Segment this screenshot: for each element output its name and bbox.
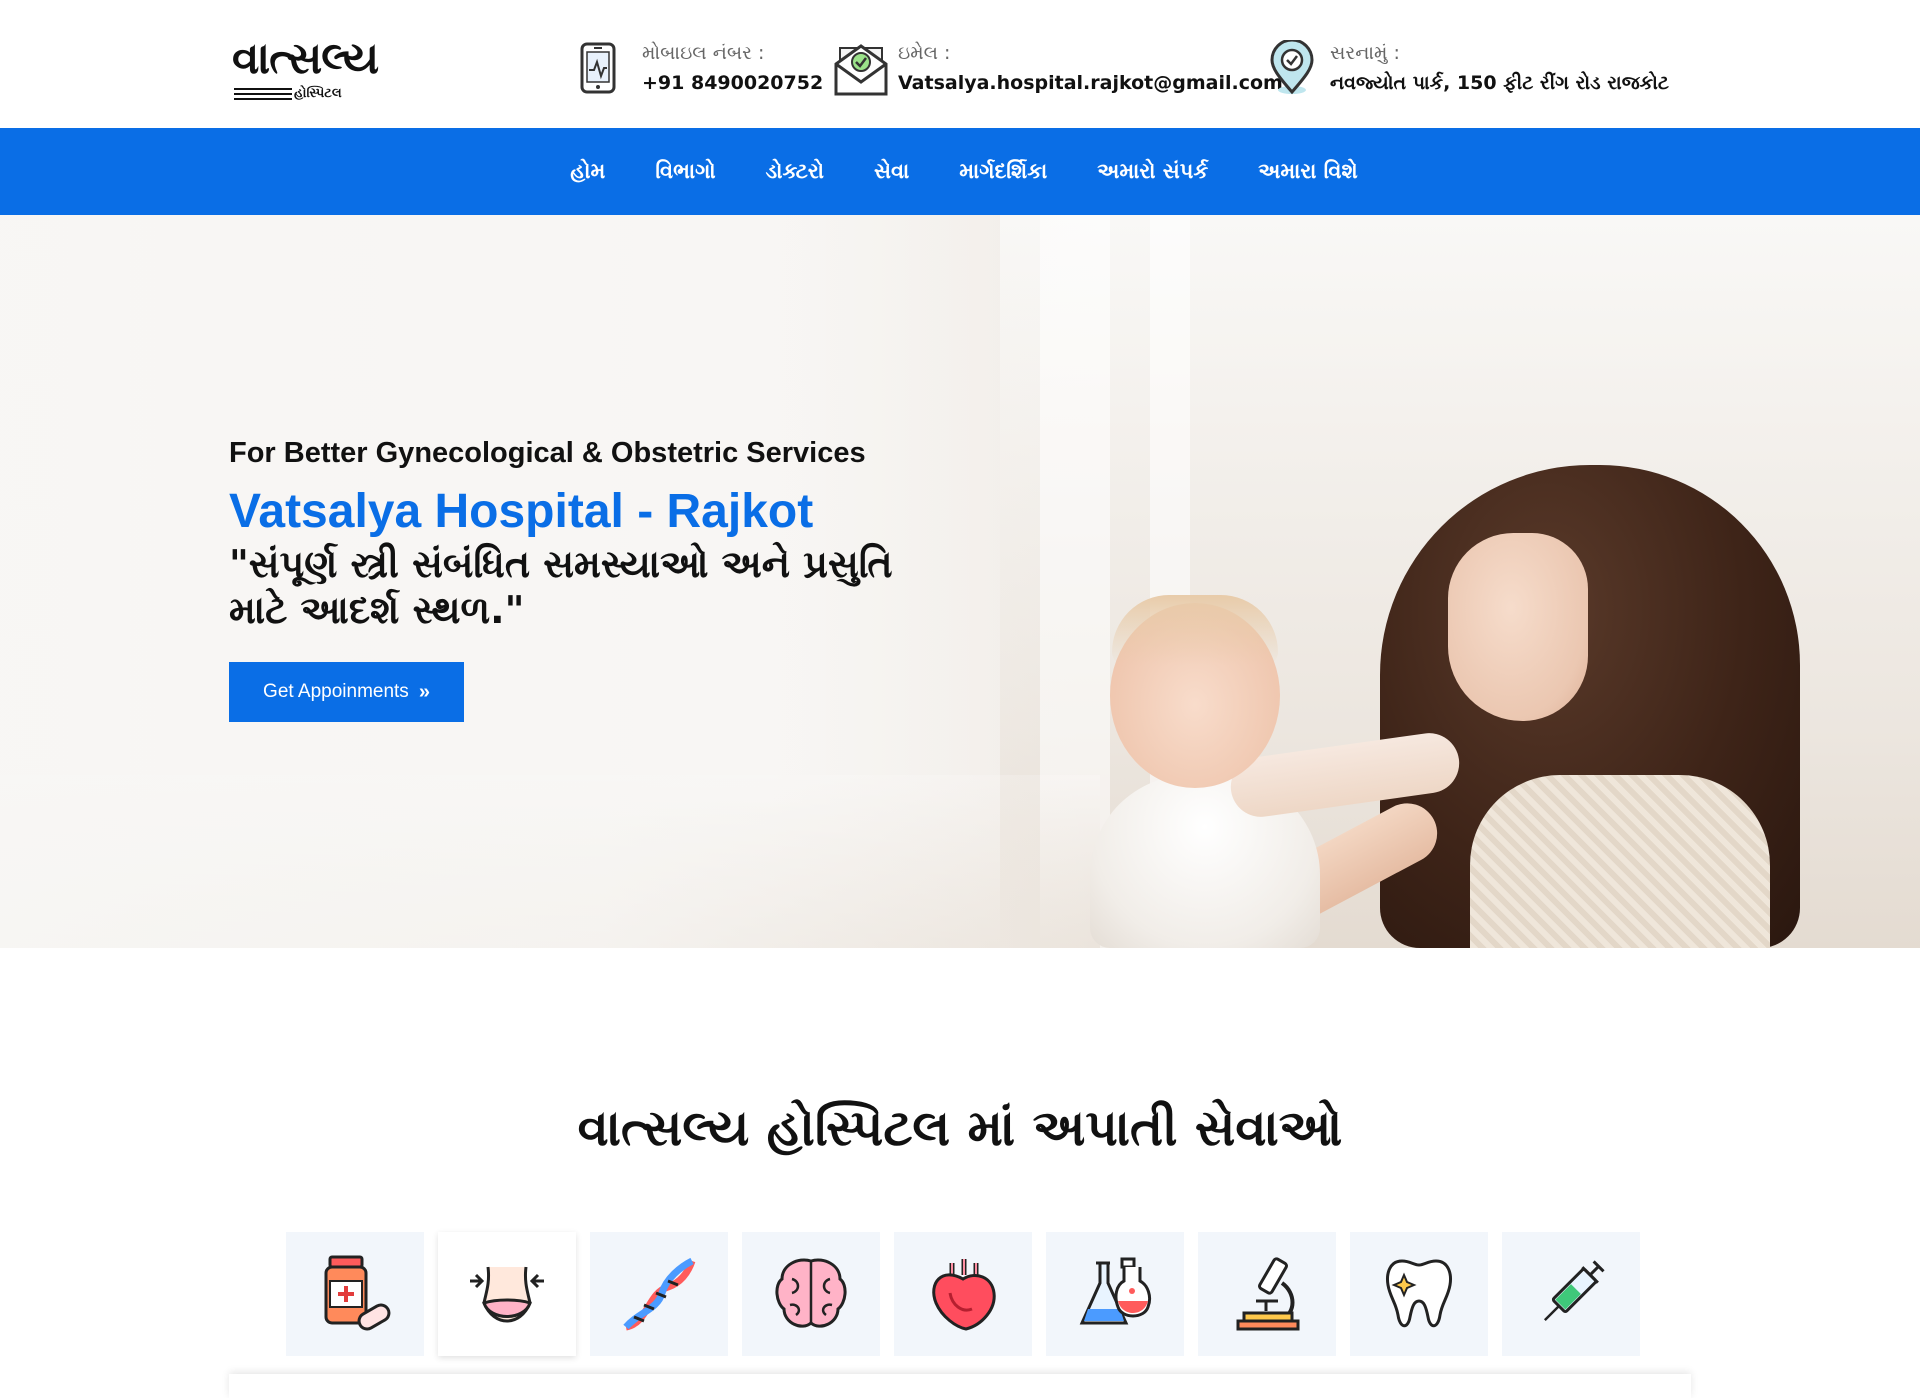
service-icon-row [286,1232,1640,1356]
logo-rule [234,88,292,90]
nav-item-services[interactable]: સેવા [849,159,934,184]
service-tile-pathology[interactable] [1198,1232,1336,1356]
hero-banner: For Better Gynecological & Obstetric Ser… [0,215,1920,948]
flask-icon [1079,1257,1152,1325]
phone-label: મોબાઇલ નંબર : [642,42,765,64]
hero-title: Vatsalya Hospital - Rajkot [229,485,814,538]
nav-item-contact[interactable]: અમારો સંપર્ક [1072,159,1233,184]
service-tile-cardiology[interactable] [894,1232,1032,1356]
nav-list: હોમ વિભાગો ડોક્ટરો સેવા માર્ગદર્શિકા અમા… [0,128,1920,215]
service-tile-medicine[interactable] [286,1232,424,1356]
hero-baby-hair [1112,595,1278,665]
logo-subtitle: હોસ્પિટલ [294,86,342,101]
envelope-icon [834,44,888,96]
email-label: ઇમેલ : [898,42,951,64]
address-label: સરનામું : [1330,42,1400,64]
waist-icon [470,1266,544,1323]
address-value: નવજ્યોત પાર્ક, 150 ફીટ રીંગ રોડ રાજકોટ [1330,72,1669,94]
content-card-top-edge [229,1374,1691,1398]
services-title: વાત્સલ્ય હોસ્પિટલ માં અપાતી સેવાઓ [577,1099,1343,1157]
phone-icon [580,42,616,94]
service-tile-dental[interactable] [1350,1232,1488,1356]
tooth-icon [1386,1259,1452,1328]
main-navigation: હોમ વિભાગો ડોક્ટરો સેવા માર્ગદર્શિકા અમા… [0,128,1920,215]
nav-item-about[interactable]: અમારા વિશે [1233,159,1382,184]
hero-mother-sweater [1470,775,1770,948]
hospital-logo[interactable]: વાત્સલ્ય હોસ્પિટલ [232,33,379,108]
cta-label: Get Appoinments [263,681,409,702]
nav-item-doctors[interactable]: ડોક્ટરો [741,159,849,184]
service-tile-vaccination[interactable] [1502,1232,1640,1356]
hero-mother-face [1448,533,1588,721]
hero-quote: "સંપૂર્ણ સ્ત્રી સંબંધિત સમસ્યાઓ અને પ્રસ… [229,542,893,632]
nav-item-home[interactable]: હોમ [545,159,630,184]
syringe-icon [1543,1260,1605,1322]
nav-item-guide[interactable]: માર્ગદર્શિકા [934,159,1072,184]
location-pin-icon [1270,40,1314,95]
get-appointments-button[interactable]: Get Appoinments » [229,662,464,722]
phone-value[interactable]: +91 8490020752 [642,72,823,94]
email-value[interactable]: Vatsalya.hospital.rajkot@gmail.com [898,72,1283,94]
brain-icon [775,1258,847,1328]
double-chevron-right-icon: » [418,680,430,703]
microscope-icon [1236,1257,1300,1331]
service-tile-genetics[interactable] [590,1232,728,1356]
service-tile-laboratory[interactable] [1046,1232,1184,1356]
service-tile-neurology[interactable] [742,1232,880,1356]
medicine-bottle-icon [324,1255,391,1331]
hero-tagline: For Better Gynecological & Obstetric Ser… [229,437,866,469]
logo-script: વાત્સલ્ય [232,33,379,84]
dna-icon [623,1257,696,1331]
hero-text-block: For Better Gynecological & Obstetric Ser… [229,435,949,633]
heart-icon [932,1259,996,1331]
nav-item-departments[interactable]: વિભાગો [630,159,740,184]
top-header: વાત્સલ્ય હોસ્પિટલ મોબાઇલ નંબર : +91 8490… [0,0,1920,128]
service-tile-gynecology[interactable] [438,1232,576,1356]
